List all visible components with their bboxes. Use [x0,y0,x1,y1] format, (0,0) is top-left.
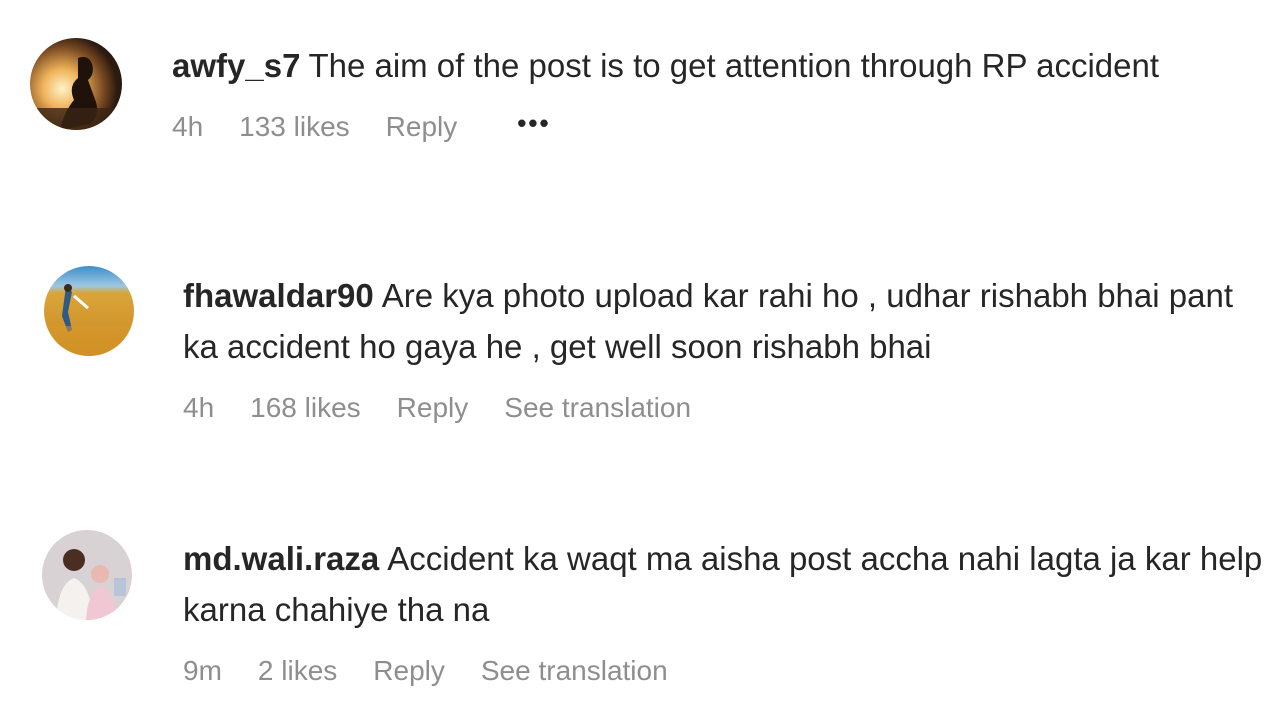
comment-text: The aim of the post is to get attention … [308,47,1160,84]
comment-list: awfy_s7 The aim of the post is to get att… [0,0,1280,720]
avatar[interactable] [42,530,132,620]
avatar[interactable] [44,266,134,356]
comment-username[interactable]: fhawaldar90 [183,277,374,314]
comment-username[interactable]: md.wali.raza [183,540,379,577]
comment-meta: 9m 2 likes Reply See translation [183,655,1270,687]
comment-likes[interactable]: 2 likes [258,655,337,687]
avatar-image [44,266,134,356]
comment-likes[interactable]: 168 likes [250,392,361,424]
comment-text-line: fhawaldar90 Are kya photo upload kar rahi… [183,270,1270,372]
reply-button[interactable]: Reply [373,655,445,687]
comment-meta: 4h 168 likes Reply See translation [183,392,1270,424]
comment-body: md.wali.raza Accident ka waqt ma aisha po… [183,533,1270,687]
comment-meta: 4h 133 likes Reply ••• [172,108,1270,143]
reply-button[interactable]: Reply [397,392,469,424]
comment-text-line: awfy_s7 The aim of the post is to get att… [172,40,1270,91]
reply-button[interactable]: Reply [386,111,458,143]
see-translation-button[interactable]: See translation [481,655,668,687]
comment-username[interactable]: awfy_s7 [172,47,300,84]
more-options-icon[interactable]: ••• [517,108,550,139]
comment-time: 4h [172,111,204,142]
comment-time: 9m [183,655,222,686]
avatar-image [42,530,132,620]
comment-body: awfy_s7 The aim of the post is to get att… [172,40,1270,143]
comment-likes[interactable]: 133 likes [239,111,350,143]
avatar[interactable] [30,38,122,130]
comment-time: 4h [183,392,215,423]
comment-text-line: md.wali.raza Accident ka waqt ma aisha po… [183,533,1270,635]
comment-body: fhawaldar90 Are kya photo upload kar rahi… [183,270,1270,424]
see-translation-button[interactable]: See translation [504,392,691,424]
avatar-image [30,38,122,130]
